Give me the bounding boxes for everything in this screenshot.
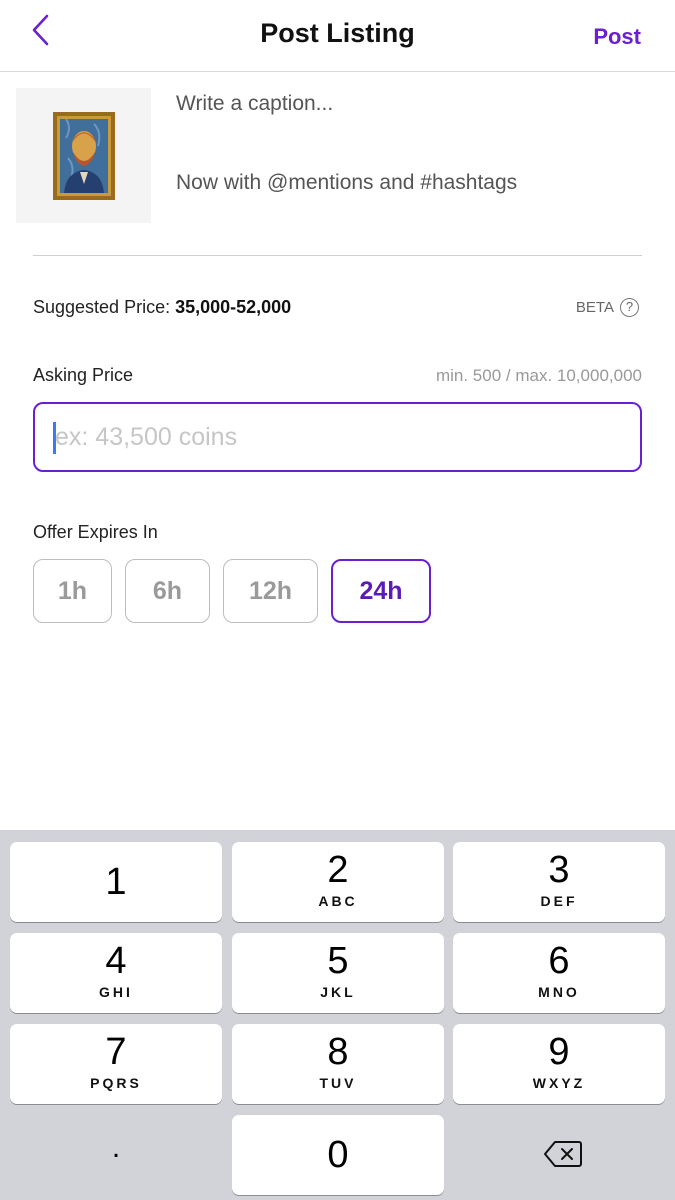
key-letters: WXYZ — [532, 1075, 586, 1091]
key-7[interactable]: 7 PQRS — [10, 1024, 222, 1104]
painting-image — [53, 112, 115, 200]
expiry-option-24h[interactable]: 24h — [331, 559, 431, 623]
header-bar: Post Listing Post — [0, 0, 675, 72]
key-digit: 5 — [327, 940, 349, 982]
key-letters: JKL — [320, 984, 356, 1000]
key-digit: 0 — [327, 1134, 349, 1176]
help-icon[interactable]: ? — [620, 298, 639, 317]
key-letters: MNO — [538, 984, 580, 1000]
listing-thumbnail[interactable] — [16, 88, 151, 223]
delete-key[interactable] — [453, 1115, 665, 1195]
text-cursor — [53, 422, 56, 454]
suggested-price: Suggested Price: 35,000-52,000 — [33, 297, 291, 318]
key-digit: 2 — [327, 849, 349, 891]
key-4[interactable]: 4 GHI — [10, 933, 222, 1013]
key-digit: 4 — [105, 940, 127, 982]
key-1[interactable]: 1 — [10, 842, 222, 922]
expiry-option-6h[interactable]: 6h — [125, 559, 210, 623]
numeric-keyboard: 1 2 ABC 3 DEF 4 GHI 5 JKL 6 MNO 7 PQRS 8… — [0, 830, 675, 1200]
key-digit: 3 — [548, 849, 570, 891]
suggested-price-range: 35,000-52,000 — [175, 297, 292, 317]
key-letters: PQRS — [90, 1075, 142, 1091]
key-digit: 7 — [105, 1031, 127, 1073]
offer-expires-label: Offer Expires In — [33, 522, 158, 542]
asking-price-label: Asking Price — [33, 365, 134, 385]
key-digit: 1 — [105, 861, 127, 903]
expiry-option-1h[interactable]: 1h — [33, 559, 112, 623]
asking-price-placeholder: ex: 43,500 coins — [55, 423, 238, 451]
key-letters: DEF — [540, 893, 578, 909]
caption-placeholder: Write a caption... — [176, 92, 334, 115]
key-5[interactable]: 5 JKL — [232, 933, 444, 1013]
key-3[interactable]: 3 DEF — [453, 842, 665, 922]
expiry-option-12h[interactable]: 12h — [223, 559, 318, 623]
key-9[interactable]: 9 WXYZ — [453, 1024, 665, 1104]
beta-badge[interactable]: BETA ? — [576, 298, 639, 317]
key-letters: ABC — [318, 893, 358, 909]
key-0[interactable]: 0 — [232, 1115, 444, 1195]
caption-hint: Now with @mentions and #hashtags — [176, 171, 518, 195]
key-2[interactable]: 2 ABC — [232, 842, 444, 922]
key-6[interactable]: 6 MNO — [453, 933, 665, 1013]
key-8[interactable]: 8 TUV — [232, 1024, 444, 1104]
page-title: Post Listing — [260, 18, 415, 48]
key-digit: 6 — [548, 940, 570, 982]
key-decimal[interactable]: . — [10, 1115, 222, 1195]
post-button[interactable]: Post — [593, 24, 641, 50]
caption-input[interactable]: Write a caption... Now with @mentions an… — [176, 90, 646, 197]
beta-label: BETA — [575, 299, 614, 316]
asking-price-input[interactable]: ex: 43,500 coins — [33, 402, 642, 472]
decimal-point: . — [111, 1131, 121, 1164]
asking-price-limits: min. 500 / max. 10,000,000 — [435, 366, 642, 385]
section-divider — [33, 255, 642, 256]
key-letters: TUV — [319, 1075, 357, 1091]
key-digit: 9 — [548, 1031, 570, 1073]
suggested-price-label: Suggested Price: — [33, 297, 176, 317]
backspace-icon — [544, 1141, 582, 1167]
key-digit: 8 — [327, 1031, 349, 1073]
key-letters: GHI — [99, 984, 133, 1000]
